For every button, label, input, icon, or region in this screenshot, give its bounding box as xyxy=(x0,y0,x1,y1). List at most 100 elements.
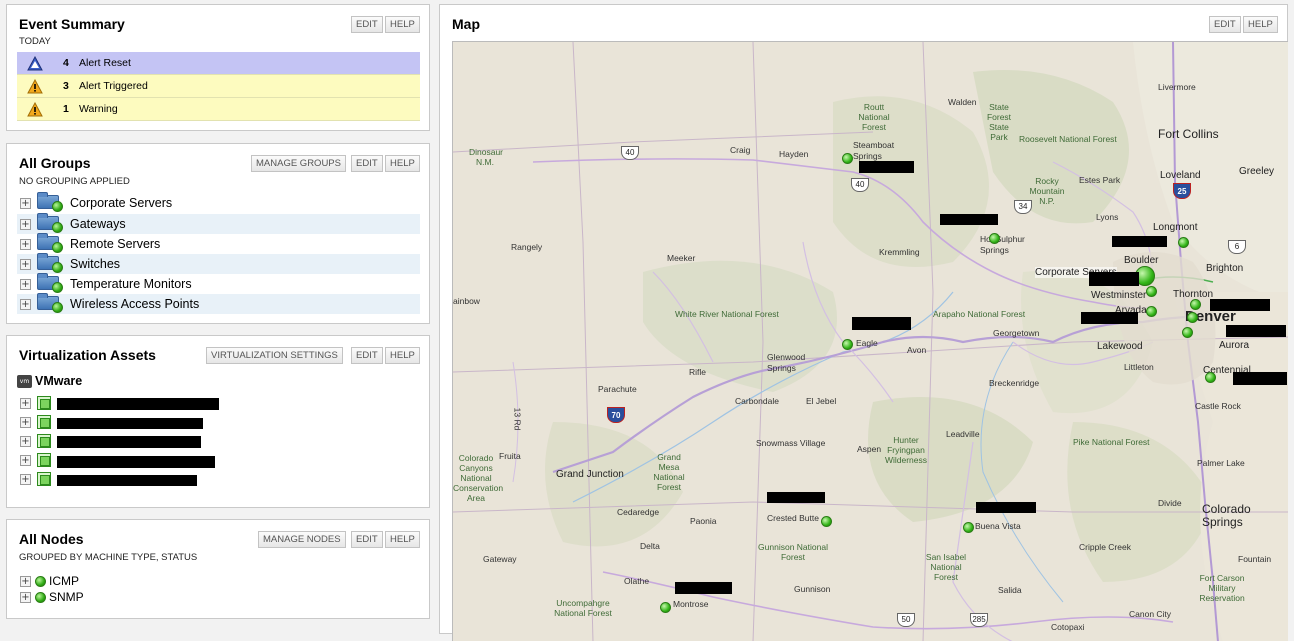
map-label: Livermore xyxy=(1158,82,1196,92)
expand-icon[interactable]: + xyxy=(20,474,31,485)
group-wireless-access-points[interactable]: + Wireless Access Points xyxy=(17,293,420,314)
network-map[interactable]: Livermore Walden Routt National Forest S… xyxy=(452,41,1288,641)
event-row-alert-triggered[interactable]: 3 Alert Triggered xyxy=(17,75,420,98)
edit-button[interactable]: EDIT xyxy=(351,347,383,364)
event-label[interactable]: Alert Triggered xyxy=(79,75,148,97)
event-label[interactable]: Alert Reset xyxy=(79,52,131,74)
map-label: Salida xyxy=(998,585,1022,595)
event-summary-panel: Event Summary TODAY EDIT HELP 4 Alert Re… xyxy=(6,4,430,131)
help-button[interactable]: HELP xyxy=(385,155,420,172)
help-button[interactable]: HELP xyxy=(1243,16,1278,33)
vm-host-row[interactable]: + xyxy=(17,451,317,469)
node-marker-icon[interactable] xyxy=(1205,372,1216,383)
event-count: 1 xyxy=(63,103,69,115)
group-label[interactable]: Temperature Monitors xyxy=(70,274,192,294)
map-label: Estes Park xyxy=(1079,175,1121,185)
manage-groups-button[interactable]: MANAGE GROUPS xyxy=(251,155,346,172)
map-label: Roosevelt National Forest xyxy=(1019,134,1117,144)
expand-icon[interactable]: + xyxy=(20,198,31,209)
status-up-icon xyxy=(35,592,46,603)
expand-icon[interactable]: + xyxy=(20,576,31,587)
group-label[interactable]: Gateways xyxy=(70,214,126,234)
node-group-label[interactable]: SNMP xyxy=(49,589,84,605)
map-label: Greeley xyxy=(1239,166,1275,177)
vmware-label[interactable]: VMware xyxy=(35,374,82,388)
expand-icon[interactable]: + xyxy=(20,219,31,230)
expand-icon[interactable]: + xyxy=(20,239,31,250)
map-label: Lakewood xyxy=(1097,341,1143,352)
vm-host-icon xyxy=(37,434,51,448)
expand-icon[interactable]: + xyxy=(20,279,31,290)
node-group-snmp[interactable]: + SNMP xyxy=(17,589,117,605)
redacted-name xyxy=(57,456,215,468)
node-marker-icon[interactable] xyxy=(842,339,853,350)
map-label: Avon xyxy=(907,345,927,355)
virtualization-settings-button[interactable]: VIRTUALIZATION SETTINGS xyxy=(206,347,343,364)
vm-host-row[interactable]: + xyxy=(17,432,317,450)
vm-host-icon xyxy=(37,415,51,429)
group-corporate-servers[interactable]: + Corporate Servers xyxy=(17,192,420,213)
manage-nodes-button[interactable]: MANAGE NODES xyxy=(258,531,346,548)
redacted-name xyxy=(1081,312,1138,324)
vm-host-row[interactable]: + xyxy=(17,470,317,488)
map-label: Grand Mesa National Forest xyxy=(653,452,685,492)
help-button[interactable]: HELP xyxy=(385,531,420,548)
map-label: Hayden xyxy=(779,149,809,159)
expand-icon[interactable]: + xyxy=(20,436,31,447)
vm-host-row[interactable]: + xyxy=(17,413,317,431)
node-marker-icon[interactable] xyxy=(989,233,1000,244)
node-marker-icon[interactable] xyxy=(1190,299,1201,310)
group-switches[interactable]: + Switches xyxy=(17,253,420,274)
interstate-shield-icon: 70 xyxy=(607,407,625,423)
group-label[interactable]: Corporate Servers xyxy=(70,193,172,213)
node-marker-icon[interactable] xyxy=(1187,312,1198,323)
event-row-warning[interactable]: 1 Warning xyxy=(17,98,420,121)
group-label[interactable]: Switches xyxy=(70,254,120,274)
expand-icon[interactable]: + xyxy=(20,398,31,409)
group-remote-servers[interactable]: + Remote Servers xyxy=(17,233,420,254)
help-button[interactable]: HELP xyxy=(385,347,420,364)
map-label: State Forest State Park xyxy=(986,102,1012,142)
map-label: Loveland xyxy=(1160,170,1201,181)
node-group-label[interactable]: ICMP xyxy=(49,573,79,589)
expand-icon[interactable]: + xyxy=(20,592,31,603)
node-marker-icon[interactable] xyxy=(1146,286,1157,297)
event-row-alert-reset[interactable]: 4 Alert Reset xyxy=(17,52,420,75)
redacted-name xyxy=(1233,372,1287,385)
map-label: Uncompahgre National Forest xyxy=(554,598,612,618)
group-gateways[interactable]: + Gateways xyxy=(17,213,420,234)
node-marker-icon[interactable] xyxy=(842,153,853,164)
node-marker-icon[interactable] xyxy=(1146,306,1157,317)
map-label: Routt National Forest xyxy=(858,102,890,132)
edit-button[interactable]: EDIT xyxy=(1209,16,1241,33)
group-label[interactable]: Wireless Access Points xyxy=(70,294,199,314)
event-label[interactable]: Warning xyxy=(79,98,118,120)
map-label: Rifle xyxy=(689,367,707,377)
node-marker-icon[interactable] xyxy=(660,602,671,613)
node-marker-icon[interactable] xyxy=(821,516,832,527)
vm-host-row[interactable]: + xyxy=(17,394,317,412)
node-marker-icon[interactable] xyxy=(1178,237,1189,248)
node-marker-icon[interactable] xyxy=(1182,327,1193,338)
edit-button[interactable]: EDIT xyxy=(351,155,383,172)
node-group-icmp[interactable]: + ICMP xyxy=(17,573,117,589)
redacted-name xyxy=(57,475,197,486)
redacted-name xyxy=(1112,236,1167,247)
route-shield-icon: 6 xyxy=(1228,240,1246,254)
map-label: Gateway xyxy=(483,554,517,564)
edit-button[interactable]: EDIT xyxy=(351,16,383,33)
status-up-icon xyxy=(52,222,63,233)
map-label: Leadville xyxy=(946,429,980,439)
node-marker-icon[interactable] xyxy=(963,522,974,533)
help-button[interactable]: HELP xyxy=(385,16,420,33)
map-label: Fort Carson Military Reservation xyxy=(1199,573,1245,603)
expand-icon[interactable]: + xyxy=(20,417,31,428)
map-label: Fountain xyxy=(1238,554,1272,564)
expand-icon[interactable]: + xyxy=(20,259,31,270)
expand-icon[interactable]: + xyxy=(20,455,31,466)
group-label[interactable]: Remote Servers xyxy=(70,234,160,254)
expand-icon[interactable]: + xyxy=(20,299,31,310)
edit-button[interactable]: EDIT xyxy=(351,531,383,548)
vm-host-icon xyxy=(37,472,51,486)
group-temperature-monitors[interactable]: + Temperature Monitors xyxy=(17,273,420,294)
